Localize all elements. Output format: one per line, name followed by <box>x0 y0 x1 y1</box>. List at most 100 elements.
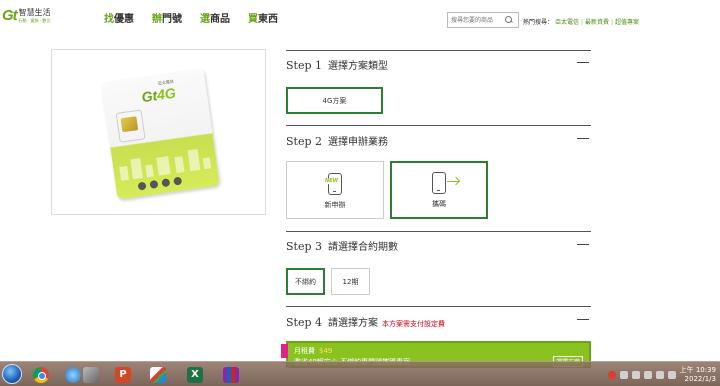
logo-text: 智慧生活 行動 · 寬頻 · 數位 <box>19 8 51 24</box>
option-plan-4g-label: 4G方案 <box>322 96 347 105</box>
option-number-portability-label: 攜碼 <box>432 200 446 208</box>
start-button[interactable] <box>2 364 22 384</box>
plan-price-value: $49 <box>319 347 333 355</box>
step-divider <box>286 125 591 126</box>
step3-title[interactable]: Step 3 請選擇合約期數 <box>286 238 398 253</box>
plan-price-label: 月租費 <box>294 347 315 355</box>
hot-search-link-3[interactable]: 超值專案 <box>615 19 639 26</box>
nav-item-products-highlight: 選 <box>200 14 210 25</box>
nav-item-products[interactable]: 選商品 <box>200 10 230 25</box>
option-new-application[interactable]: NEW 新申辦 <box>286 161 384 219</box>
winrar-icon <box>223 366 239 383</box>
clock-time: 上午 10:39 <box>679 365 716 374</box>
system-clock[interactable]: 上午 10:39 2022/1/3 <box>680 366 716 384</box>
new-tag: NEW <box>325 178 339 184</box>
nav-item-deals-label: 優惠 <box>114 14 134 25</box>
logo-name: 智慧生活 <box>18 8 51 17</box>
option-number-portability[interactable]: 攜碼 <box>390 161 488 219</box>
page: Gt 智慧生活 行動 · 寬頻 · 數位 找優惠 辦門號 選商品 買東西 熱門搜… <box>0 0 720 386</box>
step2-collapse-icon[interactable] <box>577 138 589 139</box>
feature-icon <box>149 179 159 189</box>
step3-label: 請選擇合約期數 <box>328 242 399 253</box>
nav-item-number[interactable]: 辦門號 <box>152 10 182 25</box>
nav-item-shop[interactable]: 買東西 <box>248 10 278 25</box>
hot-search-link-1[interactable]: 亞太電信 <box>555 19 579 26</box>
sim-card-logo-4g: 4G <box>156 84 177 104</box>
hot-search-label: 熱門搜尋： <box>523 19 554 26</box>
excel-icon: X <box>187 366 203 383</box>
step-divider <box>286 50 591 51</box>
site-header: Gt 智慧生活 行動 · 寬頻 · 數位 找優惠 辦門號 選商品 買東西 熱門搜… <box>0 0 720 40</box>
nav-item-deals[interactable]: 找優惠 <box>104 10 134 25</box>
setup-fee-note: 本方案需支付設定費 <box>382 320 446 328</box>
volume-icon[interactable] <box>655 370 664 379</box>
tray-app-icon[interactable] <box>619 370 628 379</box>
sim-card-logo: Gt4G <box>141 85 177 106</box>
feature-icon <box>173 176 183 186</box>
nav-item-products-label: 商品 <box>210 14 230 25</box>
paint-icon <box>150 366 166 383</box>
logo-mark: Gt <box>2 7 18 24</box>
step-divider <box>286 306 591 307</box>
nav-item-shop-label: 東西 <box>258 14 278 25</box>
network-icon[interactable] <box>643 370 652 379</box>
clock-date: 2022/1/3 <box>684 374 716 383</box>
powerpoint-icon: P <box>115 366 131 383</box>
nav-item-shop-highlight: 買 <box>248 14 258 25</box>
main-nav: 找優惠 辦門號 選商品 買東西 <box>104 10 278 25</box>
nav-item-deals-highlight: 找 <box>104 14 114 25</box>
step1-title[interactable]: Step 1 選擇方案類型 <box>286 57 388 72</box>
sim-chip-icon <box>120 116 139 133</box>
step3-collapse-icon[interactable] <box>577 244 589 245</box>
step4-title[interactable]: Step 4 請選擇方案 本方案需支付設定費 <box>286 314 445 329</box>
step3-number: Step 3 <box>286 240 323 253</box>
taskbar: P X 上午 10:39 2022/1/3 <box>0 361 720 386</box>
chrome-icon <box>33 366 49 383</box>
taskbar-app-paint[interactable] <box>145 364 171 385</box>
separator: | <box>611 19 614 26</box>
tray-app-icon[interactable] <box>631 370 640 379</box>
feature-icon <box>137 181 147 191</box>
plan-marker-tag <box>281 344 288 358</box>
separator: | <box>580 19 583 26</box>
taskbar-app-powerpoint[interactable]: P <box>110 364 136 385</box>
step1-number: Step 1 <box>286 59 323 72</box>
option-12-months-label: 12期 <box>342 277 359 286</box>
sim-card-image: 亞太電信 Gt4G <box>101 68 220 200</box>
step4-label: 請選擇方案 <box>328 318 379 329</box>
hot-search: 熱門搜尋： 亞太電信 | 最新資費 | 超值專案 <box>523 17 639 26</box>
taskbar-app-winrar[interactable] <box>218 364 244 385</box>
option-no-contract-label: 不綁約 <box>295 277 316 286</box>
option-12-months[interactable]: 12期 <box>331 268 370 295</box>
step4-number: Step 4 <box>286 316 323 329</box>
site-logo[interactable]: Gt 智慧生活 行動 · 寬頻 · 數位 <box>2 8 51 24</box>
tray-app-icon[interactable] <box>667 370 676 379</box>
option-new-application-label: 新申辦 <box>324 201 346 209</box>
step1-label: 選擇方案類型 <box>328 61 389 72</box>
taskbar-app-excel[interactable]: X <box>182 364 208 385</box>
tool-icon <box>83 366 99 383</box>
city-skyline-graphic <box>112 146 217 182</box>
hot-search-link-2[interactable]: 最新資費 <box>585 19 609 26</box>
step1-collapse-icon[interactable] <box>577 62 589 63</box>
antivirus-icon[interactable] <box>607 370 616 379</box>
sim-feature-icons <box>137 176 183 191</box>
nav-item-number-label: 門號 <box>162 14 182 25</box>
feature-icon <box>161 178 171 188</box>
option-no-contract[interactable]: 不綁約 <box>286 268 325 295</box>
step4-collapse-icon[interactable] <box>577 319 589 320</box>
search-icon[interactable] <box>504 15 514 25</box>
system-tray: 上午 10:39 2022/1/3 <box>607 365 716 384</box>
taskbar-app-tool[interactable] <box>78 364 104 385</box>
phone-transfer-icon <box>432 172 459 194</box>
search-box <box>447 12 519 28</box>
phone-new-icon: NEW <box>325 173 342 195</box>
search-input[interactable] <box>448 13 504 27</box>
step-divider <box>286 231 591 232</box>
option-plan-4g[interactable]: 4G方案 <box>286 87 383 114</box>
step2-number: Step 2 <box>286 135 323 148</box>
step2-label: 選擇申辦業務 <box>328 137 389 148</box>
taskbar-app-chrome[interactable] <box>28 364 54 385</box>
product-image-card: 亞太電信 Gt4G <box>51 49 266 215</box>
step2-title[interactable]: Step 2 選擇申辦業務 <box>286 133 388 148</box>
